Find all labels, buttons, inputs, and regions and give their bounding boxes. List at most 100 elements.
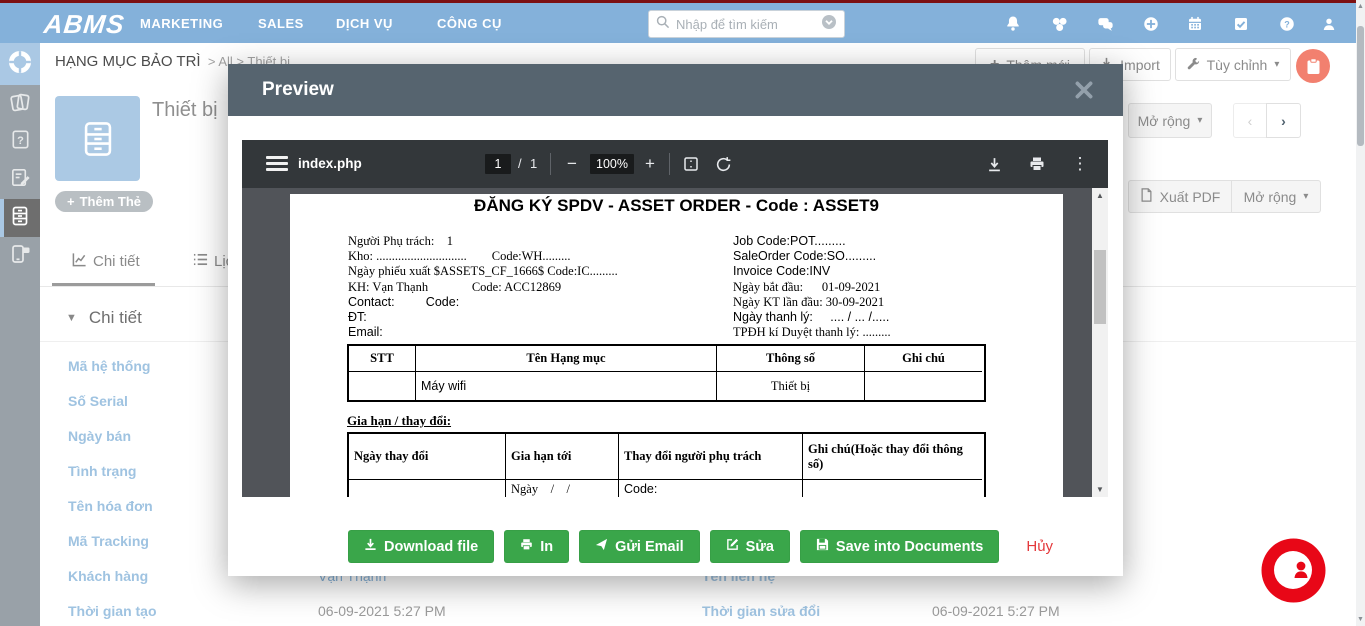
preview-modal: Preview index.php 1 / 1 − 100% + — [228, 64, 1123, 576]
list-icon — [193, 252, 208, 271]
field-label-tinh-trang[interactable]: Tình trạng — [68, 463, 136, 479]
page-scroll-thumb[interactable] — [1357, 26, 1364, 146]
chevron-right-icon: › — [1281, 113, 1286, 129]
menu-icon[interactable] — [266, 156, 288, 172]
search-scope-chevron-icon[interactable] — [821, 14, 837, 35]
app-root: ABMS MARKETING SALES DỊCH VỤ CÔNG CỤ — [0, 0, 1365, 626]
top-navbar: ABMS MARKETING SALES DỊCH VỤ CÔNG CỤ — [0, 3, 1365, 43]
scroll-down-icon[interactable]: ▼ — [1356, 616, 1365, 623]
send-email-button[interactable]: Gửi Email — [579, 530, 700, 563]
rotate-icon[interactable] — [711, 152, 735, 176]
section-chi-tiet[interactable]: ▼ Chi tiết — [66, 308, 142, 328]
xuat-pdf-button[interactable]: Xuất PDF — [1128, 180, 1232, 213]
pdf-document-page: ĐĂNG KÝ SPDV - ASSET ORDER - Code : ASSE… — [290, 194, 1063, 497]
clipboard-badge[interactable] — [1296, 49, 1330, 83]
doc-items-table: STT Tên Hạng mục Thông số Ghi chú Máy wi… — [347, 344, 986, 402]
phone-feedback-icon — [8, 242, 32, 271]
field-label-thoi-gian-tao[interactable]: Thời gian tạo — [68, 603, 157, 619]
mo-rong-button-2[interactable]: Mở rộng ▾ — [1231, 180, 1321, 213]
record-title: Thiết bị — [152, 99, 218, 122]
breadcrumb-root[interactable]: HẠNG MỤC BẢO TRÌ — [55, 53, 201, 70]
more-options-icon[interactable]: ⋮ — [1068, 152, 1092, 176]
chat-icon[interactable] — [1096, 15, 1116, 35]
page-number-input[interactable]: 1 — [485, 154, 511, 174]
close-icon[interactable] — [1073, 79, 1095, 101]
field-label-thoi-gian-sua-doi[interactable]: Thời gian sửa đổi — [702, 603, 820, 619]
modal-header: Preview — [228, 64, 1123, 116]
print-icon[interactable] — [1025, 152, 1049, 176]
pdf-file-icon — [1140, 188, 1153, 205]
doc-title: ĐĂNG KÝ SPDV - ASSET ORDER - Code : ASSE… — [290, 196, 1063, 216]
tab-chi-tiet[interactable]: Chi tiết — [72, 252, 140, 271]
sidebar-item-help-book[interactable]: ? — [0, 123, 40, 161]
cancel-link[interactable]: Hủy — [1026, 538, 1053, 555]
global-search[interactable] — [648, 10, 845, 38]
prev-record-button[interactable]: ‹ — [1233, 103, 1267, 138]
help-book-icon: ? — [9, 128, 32, 156]
left-sidebar: ? — [0, 43, 40, 626]
life-ring-icon — [7, 49, 33, 80]
fit-page-icon[interactable] — [679, 152, 703, 176]
bell-icon[interactable] — [1004, 15, 1024, 35]
zoom-level[interactable]: 100% — [590, 154, 634, 174]
pdf-scroll-thumb[interactable] — [1094, 250, 1106, 324]
nav-dich-vu[interactable]: DỊCH VỤ — [336, 16, 393, 31]
tuy-chinh-button[interactable]: Tùy chỉnh ▾ — [1175, 48, 1291, 81]
download-icon[interactable] — [982, 152, 1006, 176]
sidebar-item-support[interactable] — [0, 43, 40, 85]
active-tab-underline — [52, 283, 155, 286]
sidebar-item-cards[interactable] — [0, 85, 40, 123]
save-into-documents-button[interactable]: Save into Documents — [800, 530, 999, 563]
note-edit-icon — [9, 166, 32, 194]
help-icon[interactable]: ? — [1278, 15, 1298, 35]
field-label-khach-hang[interactable]: Khách hàng — [68, 568, 148, 584]
zoom-in-icon[interactable]: + — [638, 152, 662, 176]
add-tag-button[interactable]: + Thêm Thẻ — [55, 191, 153, 212]
plus-icon: + — [67, 194, 75, 209]
scroll-up-icon[interactable]: ▲ — [1092, 191, 1108, 200]
field-label-ma-he-thong[interactable]: Mã hệ thống — [68, 358, 150, 374]
support-widget-logo[interactable] — [1260, 537, 1327, 604]
caret-down-icon: ▾ — [1303, 191, 1308, 202]
download-file-button[interactable]: Download file — [348, 530, 494, 563]
field-label-ma-tracking[interactable]: Mã Tracking — [68, 533, 149, 549]
pdf-filename: index.php — [298, 156, 362, 171]
page-separator: / — [518, 156, 522, 171]
apps-icon[interactable] — [1050, 15, 1070, 35]
field-label-so-serial[interactable]: Số Serial — [68, 393, 128, 409]
next-record-button[interactable]: › — [1266, 103, 1301, 138]
pdf-toolbar: index.php 1 / 1 − 100% + — [242, 140, 1108, 188]
field-label-ngay-ban[interactable]: Ngày bán — [68, 428, 131, 444]
created-time-value: 06-09-2021 5:27 PM — [318, 603, 446, 619]
sidebar-item-note-edit[interactable] — [0, 161, 40, 199]
doc-info-left: Người Phụ trách: 1 Kho: ................… — [348, 234, 618, 340]
scroll-down-icon[interactable]: ▼ — [1092, 485, 1108, 494]
add-circle-icon[interactable] — [1142, 15, 1162, 35]
chart-icon — [72, 252, 87, 271]
search-icon — [656, 15, 670, 34]
edit-button[interactable]: Sửa — [710, 530, 790, 563]
print-button[interactable]: In — [504, 530, 569, 563]
nav-cong-cu[interactable]: CÔNG CỤ — [437, 16, 502, 31]
mo-rong-button[interactable]: Mở rộng ▾ — [1128, 103, 1212, 138]
doc-info-right: Job Code:POT......... SaleOrder Code:SO.… — [733, 234, 891, 340]
pdf-scrollbar[interactable]: ▲ ▼ — [1092, 188, 1108, 497]
zoom-out-icon[interactable]: − — [560, 152, 584, 176]
calendar-icon[interactable] — [1186, 15, 1206, 35]
caret-down-icon: ▾ — [1197, 115, 1202, 126]
page-total: 1 — [530, 156, 537, 171]
send-icon — [595, 538, 608, 555]
pdf-content-area: ĐĂNG KÝ SPDV - ASSET ORDER - Code : ASSE… — [242, 188, 1108, 497]
page-scrollbar[interactable]: ▲ ▼ — [1356, 0, 1365, 626]
scroll-up-icon[interactable]: ▲ — [1356, 3, 1365, 10]
field-label-ten-hoa-don[interactable]: Tên hóa đơn — [68, 498, 153, 514]
sidebar-item-phone-feedback[interactable] — [0, 237, 40, 275]
search-input[interactable] — [676, 17, 821, 32]
abms-logo[interactable]: ABMS — [42, 9, 126, 40]
svg-text:?: ? — [1284, 19, 1290, 29]
nav-marketing[interactable]: MARKETING — [140, 16, 223, 31]
nav-sales[interactable]: SALES — [258, 16, 304, 31]
sidebar-item-assets[interactable] — [0, 199, 40, 237]
tasks-icon[interactable] — [1232, 15, 1252, 35]
user-icon[interactable] — [1320, 15, 1340, 35]
